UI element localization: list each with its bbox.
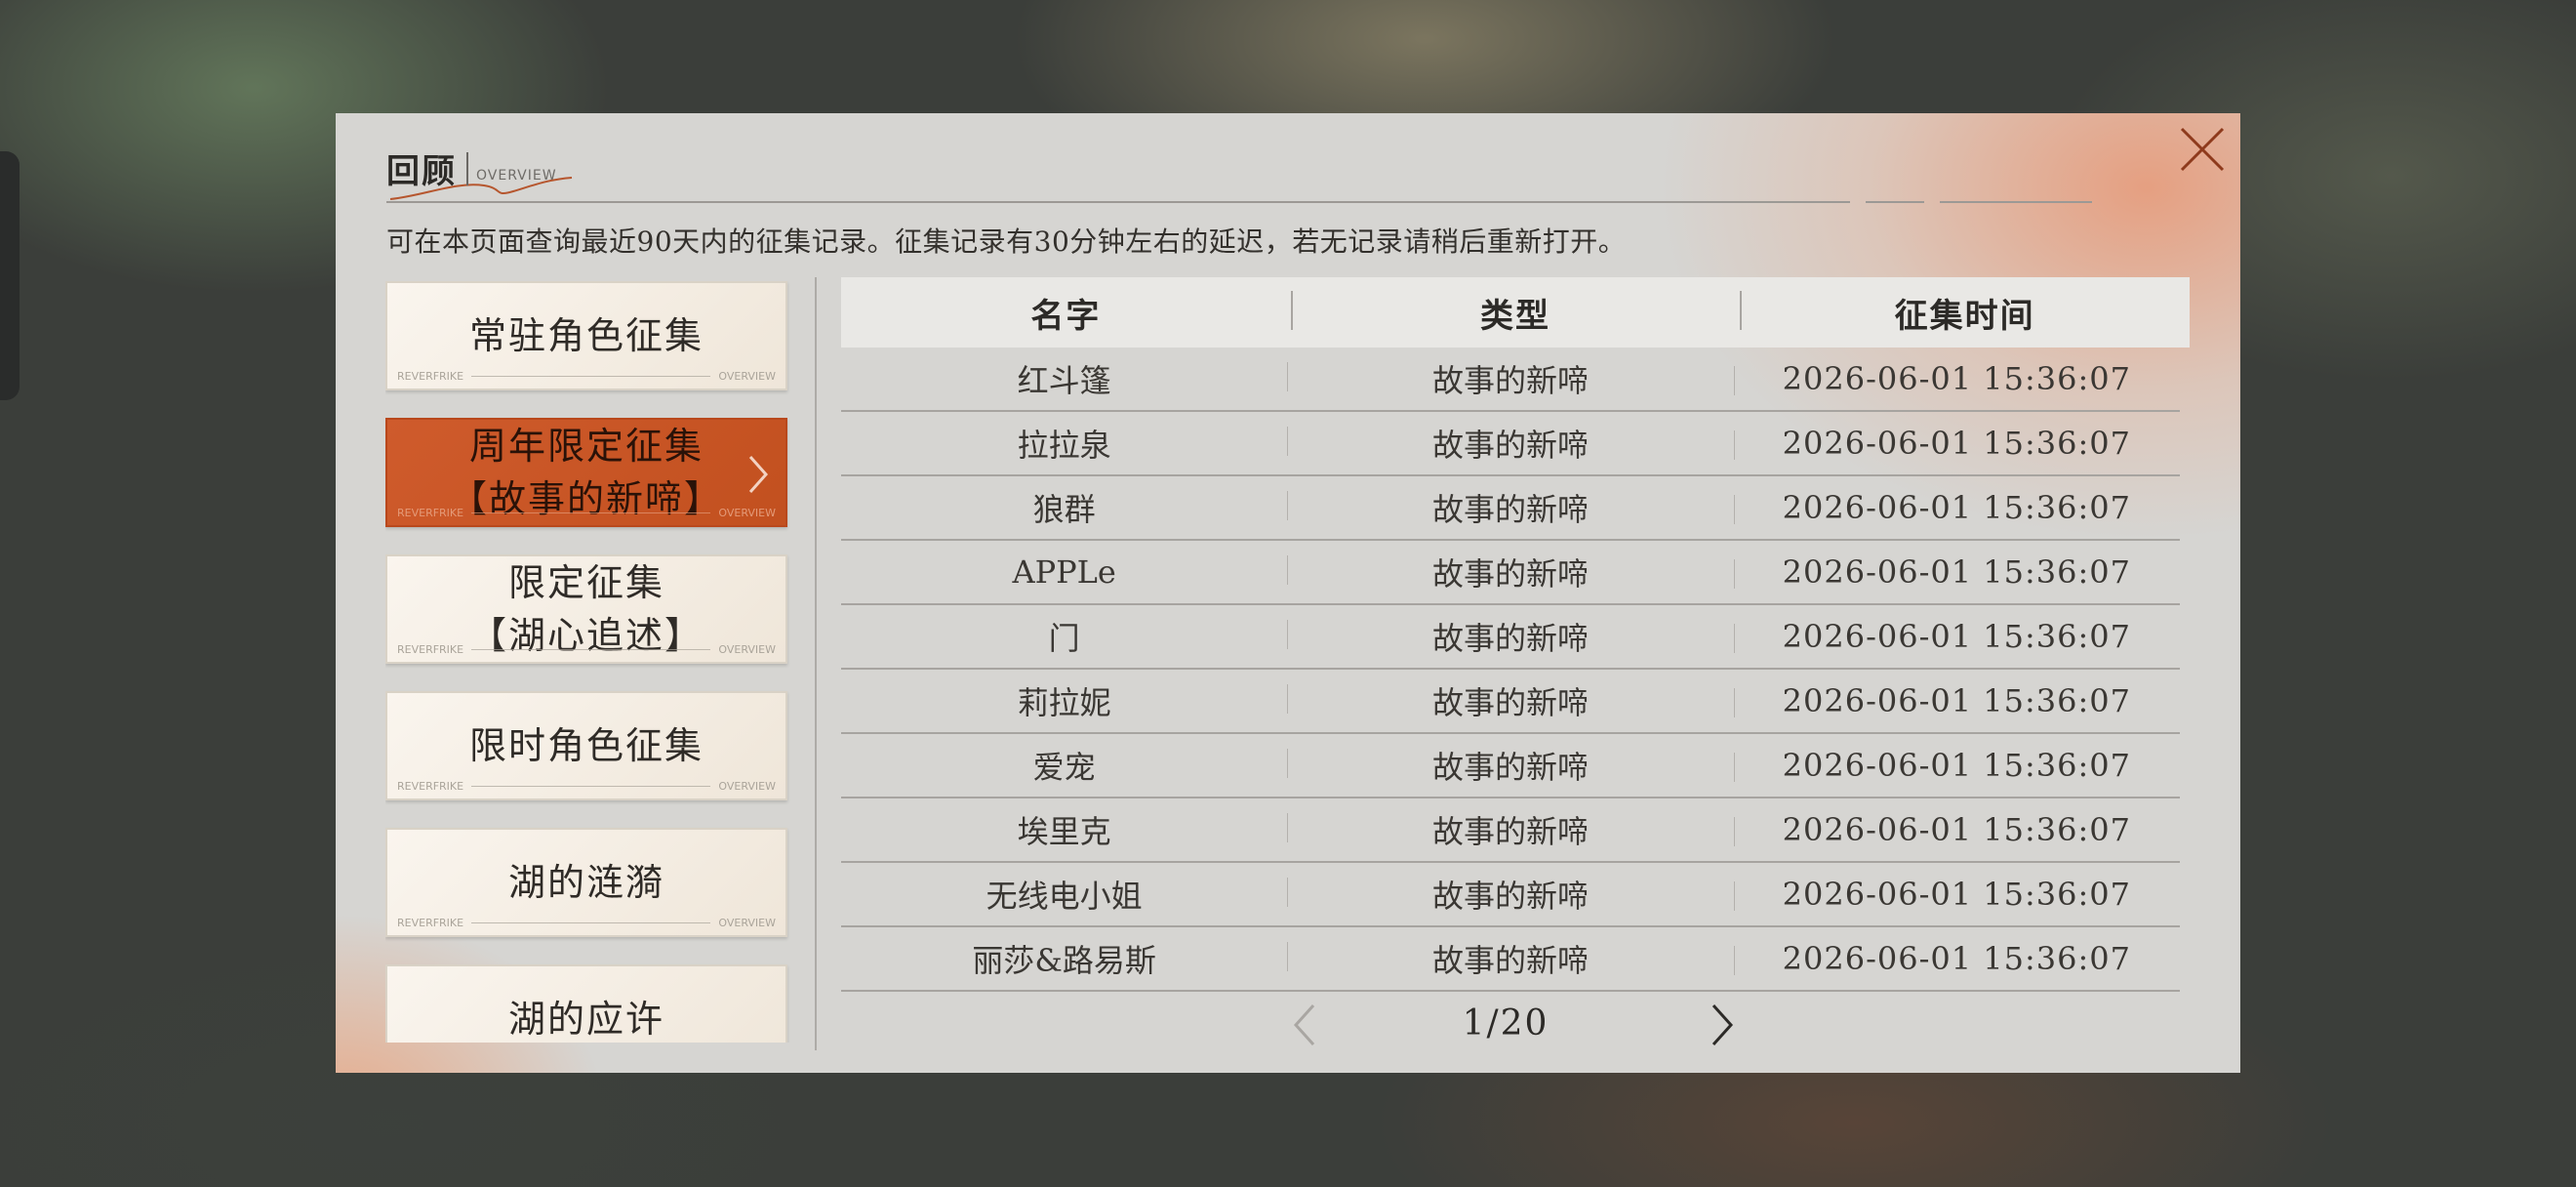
table-row: 爱宠 故事的新啼 2026-06-01 15:36:07 — [841, 734, 2180, 798]
category-decoration: REVERFRIKE OVERVIEW — [397, 506, 776, 519]
cell-time: 2026-06-01 15:36:07 — [1733, 811, 2180, 848]
header-rule — [386, 201, 1850, 203]
pagination: 1/20 — [841, 990, 2190, 1058]
cell-name: 莉拉妮 — [1017, 684, 1111, 721]
category-item[interactable]: 湖的应许REVERFRIKEOVERVIEW — [385, 964, 787, 1043]
cell-name: APPLe — [1012, 553, 1116, 591]
cell-type: 故事的新啼 — [1287, 485, 1733, 530]
category-decoration: REVERFRIKE OVERVIEW — [397, 642, 776, 656]
description-text: 可在本页面查询最近90天内的征集记录。征集记录有30分钟左右的延迟，若无记录请稍… — [386, 225, 1627, 258]
category-list[interactable]: 常驻角色征集 REVERFRIKE OVERVIEW 周年限定征集 【故事的新啼】 REV… — [385, 281, 791, 1043]
cell-name: 狼群 — [1032, 491, 1096, 528]
category-label: 常驻角色征集 — [469, 309, 704, 362]
table-row: 无线电小姐 故事的新啼 2026-06-01 15:36:07 — [841, 863, 2180, 927]
title-separator — [466, 151, 468, 185]
vertical-divider — [815, 277, 817, 1050]
cell-name: 拉拉泉 — [1017, 427, 1111, 464]
category-deco-right-text: OVERVIEW — [718, 916, 776, 929]
side-edge-tab[interactable] — [0, 151, 20, 400]
chevron-right-icon — [748, 456, 769, 493]
category-label-line: 周年限定征集 — [468, 425, 704, 468]
cell-name: 红斗篷 — [1017, 362, 1111, 399]
category-deco-line — [471, 375, 711, 377]
cell-name: 埃里克 — [1017, 813, 1111, 850]
category-deco-line — [471, 785, 711, 787]
cell-time: 2026-06-01 15:36:07 — [1733, 553, 2180, 591]
category-label-line: 限定征集 — [507, 561, 664, 604]
category-label: 湖的应许 — [508, 993, 664, 1043]
category-deco-line — [471, 921, 711, 923]
overview-dialog: 回顾 OVERVIEW 可在本页面查询最近90天内的征集记录。征集记录有30分钟… — [336, 113, 2240, 1073]
cell-type: 故事的新啼 — [1287, 872, 1733, 917]
category-item[interactable]: 限时角色征集 REVERFRIKE OVERVIEW — [385, 691, 787, 800]
cell-type: 故事的新啼 — [1287, 614, 1733, 659]
cell-time: 2026-06-01 15:36:07 — [1733, 682, 2180, 719]
category-item[interactable]: 湖的涟漪 REVERFRIKE OVERVIEW — [385, 828, 787, 937]
header-rule — [1866, 201, 1924, 203]
dialog-title: 回顾 OVERVIEW — [386, 144, 557, 192]
category-deco-right-text: OVERVIEW — [718, 642, 776, 656]
close-icon[interactable] — [2176, 123, 2229, 176]
table-row: 拉拉泉 故事的新啼 2026-06-01 15:36:07 — [841, 412, 2180, 476]
cell-time: 2026-06-01 15:36:07 — [1733, 876, 2180, 913]
category-label-line: 限时角色征集 — [468, 724, 704, 767]
table-row: 埃里克 故事的新啼 2026-06-01 15:36:07 — [841, 798, 2180, 863]
category-decoration: REVERFRIKE OVERVIEW — [397, 916, 776, 929]
category-label: 湖的涟漪 — [508, 856, 664, 909]
column-header-type: 类型 — [1290, 289, 1741, 337]
table-header: 名字 类型 征集时间 — [841, 277, 2190, 348]
cell-type: 故事的新啼 — [1287, 550, 1733, 594]
table-row: 丽莎&路易斯 故事的新啼 2026-06-01 15:36:07 — [841, 927, 2180, 992]
page-indicator: 1/20 — [1462, 1003, 1550, 1044]
category-item[interactable]: 周年限定征集 【故事的新啼】 REVERFRIKE OVERVIEW — [385, 418, 787, 527]
cell-time: 2026-06-01 15:36:07 — [1733, 425, 2180, 462]
cell-type: 故事的新啼 — [1287, 743, 1733, 788]
category-decoration: REVERFRIKE OVERVIEW — [397, 779, 776, 793]
category-deco-line — [471, 648, 711, 650]
category-deco-left-text: REVERFRIKE — [397, 642, 464, 656]
cell-time: 2026-06-01 15:36:07 — [1733, 360, 2180, 397]
category-item[interactable]: 限定征集 【湖心追述】 REVERFRIKE OVERVIEW — [385, 554, 787, 664]
table-row: 门 故事的新啼 2026-06-01 15:36:07 — [841, 605, 2180, 670]
header-rule — [1940, 201, 2092, 203]
category-deco-line — [471, 512, 711, 513]
column-header-time: 征集时间 — [1740, 289, 2190, 337]
table-body: 红斗篷 故事的新啼 2026-06-01 15:36:07 拉拉泉 故事的新啼 2026-… — [841, 348, 2190, 992]
category-decoration: REVERFRIKE OVERVIEW — [397, 369, 776, 383]
cell-name: 爱宠 — [1032, 749, 1096, 786]
category-label-line: 常驻角色征集 — [468, 314, 704, 357]
cell-name: 丽莎&路易斯 — [972, 942, 1156, 979]
category-deco-left-text: REVERFRIKE — [397, 506, 464, 519]
cell-type: 故事的新啼 — [1287, 936, 1733, 981]
cell-name: 无线电小姐 — [986, 878, 1143, 915]
page-subtitle: OVERVIEW — [476, 167, 557, 184]
category-label: 限时角色征集 — [469, 719, 704, 772]
category-item[interactable]: 常驻角色征集 REVERFRIKE OVERVIEW — [385, 281, 787, 390]
cell-type: 故事的新啼 — [1287, 356, 1733, 401]
chevron-right-icon[interactable] — [1708, 1002, 1737, 1048]
column-header-name: 名字 — [1030, 296, 1102, 336]
cell-type: 故事的新啼 — [1287, 678, 1733, 723]
category-label-line: 湖的应许 — [507, 998, 664, 1041]
cell-time: 2026-06-01 15:36:07 — [1733, 489, 2180, 526]
category-deco-right-text: OVERVIEW — [718, 506, 776, 519]
cell-type: 故事的新啼 — [1287, 807, 1733, 852]
category-deco-right-text: OVERVIEW — [718, 779, 776, 793]
table-row: 红斗篷 故事的新啼 2026-06-01 15:36:07 — [841, 348, 2180, 412]
category-deco-left-text: REVERFRIKE — [397, 369, 464, 383]
table-row: 莉拉妮 故事的新啼 2026-06-01 15:36:07 — [841, 670, 2180, 734]
records-table: 名字 类型 征集时间 红斗篷 故事的新啼 2026-06-01 15:36:07 拉拉… — [841, 277, 2190, 992]
cell-time: 2026-06-01 15:36:07 — [1733, 940, 2180, 977]
table-row: 狼群 故事的新啼 2026-06-01 15:36:07 — [841, 476, 2180, 541]
cell-time: 2026-06-01 15:36:07 — [1733, 747, 2180, 784]
category-deco-left-text: REVERFRIKE — [397, 779, 464, 793]
table-row: APPLe 故事的新啼 2026-06-01 15:36:07 — [841, 541, 2180, 605]
page-title: 回顾 — [386, 152, 457, 191]
cell-time: 2026-06-01 15:36:07 — [1733, 618, 2180, 655]
cell-name: 门 — [1048, 620, 1080, 657]
category-deco-right-text: OVERVIEW — [718, 369, 776, 383]
category-label-line: 湖的涟漪 — [507, 861, 664, 904]
category-deco-left-text: REVERFRIKE — [397, 916, 464, 929]
cell-type: 故事的新啼 — [1287, 421, 1733, 466]
